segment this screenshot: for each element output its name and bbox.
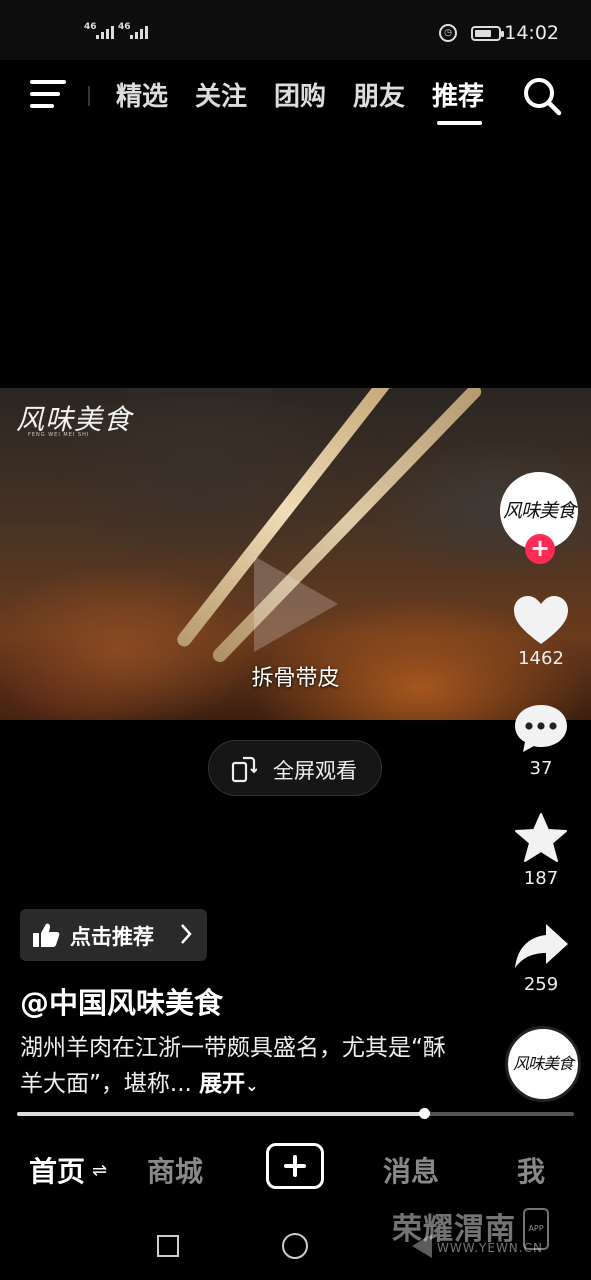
expand-link[interactable]: 展开⌄ [199, 1071, 258, 1097]
comment-count: 37 [529, 758, 553, 779]
home-button[interactable] [282, 1233, 308, 1259]
create-post-button[interactable] [266, 1143, 324, 1189]
app-phone-icon: APP [523, 1208, 549, 1250]
nav-messages[interactable]: 消息 [383, 1150, 439, 1190]
nav-mall[interactable]: 商城 [147, 1150, 203, 1190]
play-icon[interactable] [254, 556, 338, 652]
favorite-star-icon[interactable] [512, 812, 570, 864]
fullscreen-label: 全屏观看 [273, 759, 357, 783]
fullscreen-button[interactable]: 全屏观看 [208, 740, 382, 796]
video-progress-bar[interactable] [17, 1108, 574, 1119]
status-time: 14:02 [504, 22, 559, 44]
follow-button[interactable]: + [525, 534, 555, 564]
like-count: 1462 [518, 648, 564, 669]
chevron-down-icon: ⌄ [245, 1076, 259, 1095]
progress-knob[interactable] [418, 1108, 430, 1119]
alarm-icon: ◷ [439, 24, 457, 42]
video-description: 湖州羊肉在江浙一带颇具盛名，尤其是“酥羊大面”，堪称... 展开⌄ [20, 1030, 460, 1104]
nav-home[interactable]: 首页 [29, 1150, 85, 1190]
favorite-count: 187 [523, 868, 559, 889]
share-count: 259 [523, 974, 559, 995]
chevron-right-icon [181, 924, 192, 944]
like-heart-icon[interactable] [512, 594, 570, 646]
rotate-screen-icon [231, 756, 257, 783]
feed-switch-icon[interactable]: ⇌ [92, 1160, 107, 1181]
nav-divider [88, 86, 90, 106]
tab-recommend[interactable]: 推荐 [432, 76, 484, 113]
progress-fill [17, 1112, 424, 1116]
search-icon[interactable] [522, 76, 562, 116]
recommend-label: 点击推荐 [70, 925, 154, 949]
tab-featured[interactable]: 精选 [116, 76, 168, 113]
recent-apps-button[interactable] [157, 1235, 179, 1257]
comment-icon[interactable] [512, 702, 570, 754]
menu-icon[interactable] [30, 80, 66, 108]
recommend-chip[interactable]: 点击推荐 [20, 909, 207, 961]
share-arrow-icon[interactable] [512, 920, 570, 972]
tab-group-buy[interactable]: 团购 [274, 76, 326, 113]
active-tab-indicator [437, 121, 482, 125]
nav-me[interactable]: 我 [517, 1150, 545, 1190]
thumbs-up-icon [33, 923, 60, 947]
signal-label-2: 46 [118, 22, 131, 32]
tab-following[interactable]: 关注 [195, 76, 247, 113]
signal-bars-2-icon [130, 26, 148, 39]
video-watermark-sub: FENG WEI MEI SHI [28, 432, 90, 438]
music-disc[interactable]: 风味美食 [505, 1026, 581, 1102]
battery-icon [471, 26, 504, 41]
author-name[interactable]: @中国风味美食 [20, 980, 223, 1022]
signal-bars-1-icon [96, 26, 114, 39]
tab-friends[interactable]: 朋友 [353, 76, 405, 113]
signal-label-1: 46 [84, 22, 97, 32]
